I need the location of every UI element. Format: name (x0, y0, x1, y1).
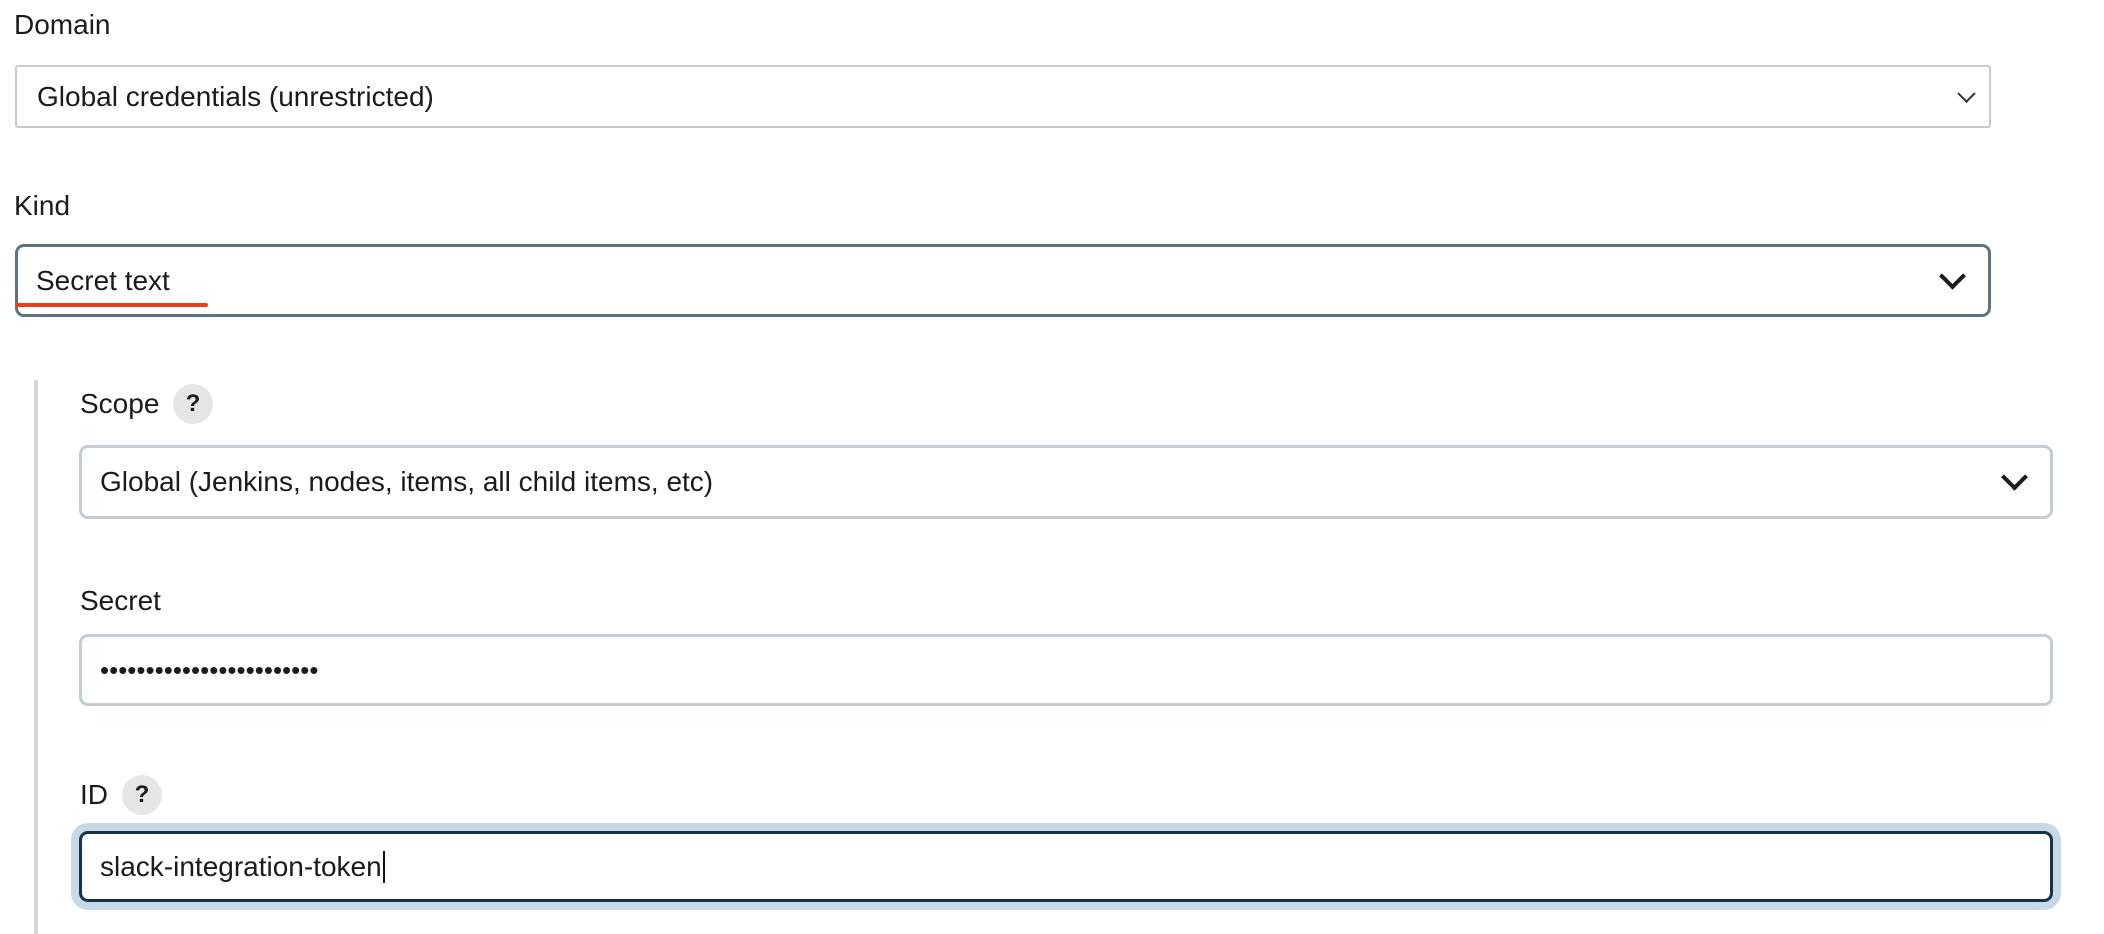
id-label: ID (80, 779, 108, 810)
domain-select[interactable]: Global credentials (unrestricted) (15, 65, 1991, 128)
help-icon[interactable]: ? (173, 384, 213, 424)
kind-selected-value: Secret text (36, 264, 170, 296)
kind-label: Kind (14, 190, 71, 221)
chevron-down-icon (1939, 262, 1966, 290)
id-input[interactable]: slack-integration-token (79, 831, 2053, 902)
help-icon[interactable]: ? (122, 775, 162, 815)
scope-label: Scope (80, 388, 160, 419)
spellcheck-underline (15, 303, 208, 307)
domain-selected-value: Global credentials (unrestricted) (37, 80, 434, 112)
secret-input[interactable]: •••••••••••••••••••••••• (79, 634, 2053, 706)
secret-label: Secret (80, 585, 161, 616)
domain-label: Domain (14, 9, 111, 40)
text-caret (382, 850, 385, 883)
kind-select[interactable]: Secret text (15, 244, 1991, 317)
scope-selected-value: Global (Jenkins, nodes, items, all child… (100, 466, 714, 497)
scope-select[interactable]: Global (Jenkins, nodes, items, all child… (79, 445, 2053, 519)
chevron-down-icon (2001, 463, 2028, 491)
chevron-down-icon (1957, 84, 1976, 103)
id-value: slack-integration-token (100, 850, 382, 882)
section-indent-rule (34, 380, 38, 934)
secret-masked-value: •••••••••••••••••••••••• (100, 654, 319, 685)
